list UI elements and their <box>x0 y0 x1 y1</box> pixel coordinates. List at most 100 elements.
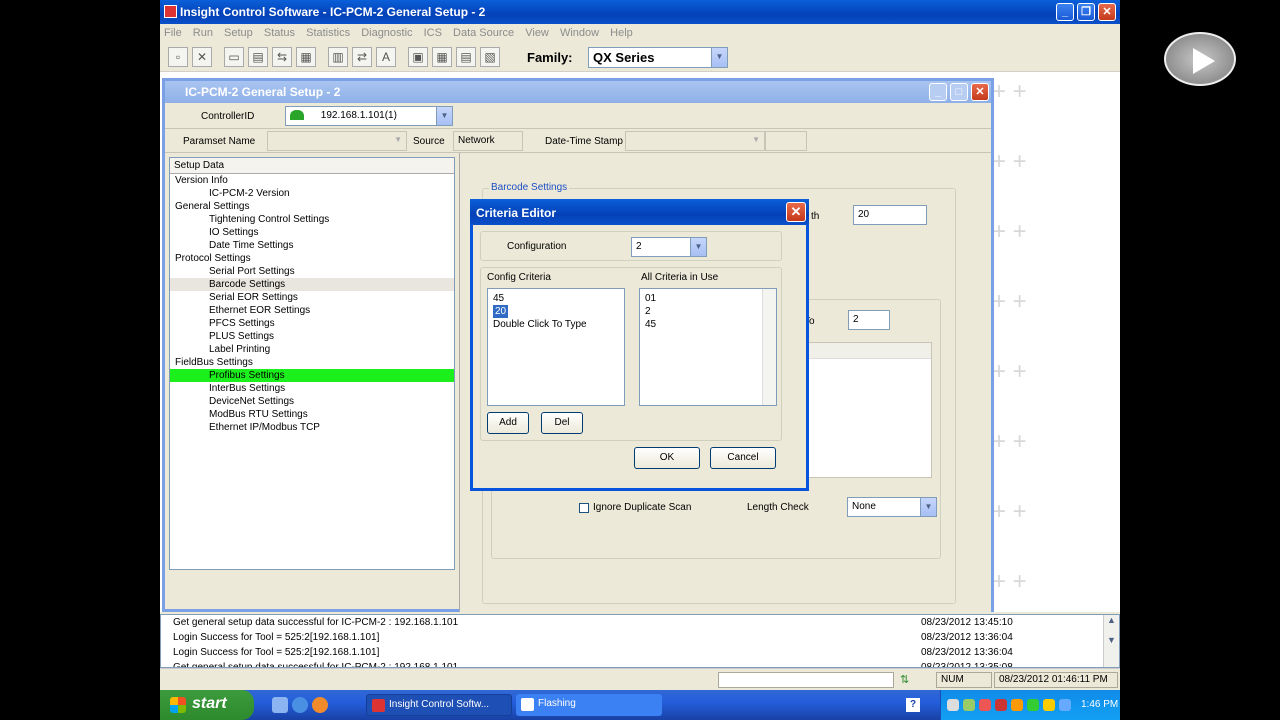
dialog-close-button[interactable]: ✕ <box>786 202 806 222</box>
chevron-down-icon[interactable]: ▼ <box>394 135 402 144</box>
log-scrollbar[interactable]: ▲ ▼ <box>1103 615 1119 667</box>
menu-help[interactable]: Help <box>606 24 637 42</box>
cancel-button[interactable]: Cancel <box>710 447 776 469</box>
menu-ics[interactable]: ICS <box>420 24 446 42</box>
tray-icon[interactable] <box>995 699 1007 711</box>
save-icon[interactable]: ▤ <box>248 47 268 67</box>
family-select[interactable]: QX Series ▼ <box>588 47 728 68</box>
scroll-up-icon[interactable]: ▲ <box>1107 615 1116 625</box>
menu-statistics[interactable]: Statistics <box>302 24 354 42</box>
configuration-select[interactable]: 2 ▼ <box>631 237 707 257</box>
transfer-icon[interactable]: ⇆ <box>272 47 292 67</box>
all-criteria-list[interactable]: 01 2 45 <box>639 288 777 406</box>
close-button[interactable]: ✕ <box>1098 3 1116 21</box>
length-check-select[interactable]: None ▼ <box>847 497 937 517</box>
menu-diagnostic[interactable]: Diagnostic <box>357 24 416 42</box>
tree-item-protocol-settings[interactable]: Protocol Settings <box>170 252 454 265</box>
tree-item-ethernet-ip[interactable]: Ethernet IP/Modbus TCP <box>170 421 454 434</box>
tree-item-serial-port[interactable]: Serial Port Settings <box>170 265 454 278</box>
tree-item-version-info[interactable]: Version Info <box>170 174 454 187</box>
config-criteria-item-selected[interactable]: 20 <box>493 305 509 318</box>
ok-button[interactable]: OK <box>634 447 700 469</box>
tree-item-profibus[interactable]: Profibus Settings <box>170 369 454 382</box>
restore-button[interactable]: ❐ <box>1077 3 1095 21</box>
tree-item-ic-pcm-2-version[interactable]: IC-PCM-2 Version <box>170 187 454 200</box>
add-button[interactable]: Add <box>487 412 529 434</box>
menu-setup[interactable]: Setup <box>220 24 257 42</box>
criteria-grid[interactable] <box>792 342 932 478</box>
start-button[interactable]: start <box>160 690 254 720</box>
chevron-down-icon[interactable]: ▼ <box>690 238 706 256</box>
window-icon[interactable]: ▤ <box>456 47 476 67</box>
menu-run[interactable]: Run <box>189 24 217 42</box>
menu-status[interactable]: Status <box>260 24 299 42</box>
tree-item-interbus[interactable]: InterBus Settings <box>170 382 454 395</box>
compare-icon[interactable]: ⇄ <box>352 47 372 67</box>
tree-item-date-time[interactable]: Date Time Settings <box>170 239 454 252</box>
grid-icon[interactable]: ▦ <box>432 47 452 67</box>
chevron-down-icon[interactable]: ▼ <box>752 135 760 144</box>
tile-icon[interactable]: ▣ <box>408 47 428 67</box>
tree-item-ethernet-eor[interactable]: Ethernet EOR Settings <box>170 304 454 317</box>
del-button[interactable]: Del <box>541 412 583 434</box>
tray-icon[interactable] <box>1043 699 1055 711</box>
tray-icon[interactable] <box>947 699 959 711</box>
scroll-down-icon[interactable]: ▼ <box>1107 635 1116 645</box>
chevron-down-icon[interactable]: ▼ <box>436 107 452 125</box>
paramset-name-select[interactable]: ▼ <box>267 131 407 151</box>
tree-item-fieldbus-settings[interactable]: FieldBus Settings <box>170 356 454 369</box>
video-play-button[interactable] <box>1164 32 1236 86</box>
tree-item-plus[interactable]: PLUS Settings <box>170 330 454 343</box>
menu-view[interactable]: View <box>521 24 553 42</box>
tray-icon[interactable] <box>1011 699 1023 711</box>
tree-item-pfcs[interactable]: PFCS Settings <box>170 317 454 330</box>
menu-file[interactable]: File <box>160 24 186 42</box>
tree-item-modbus-rtu[interactable]: ModBus RTU Settings <box>170 408 454 421</box>
tree-item-devicenet[interactable]: DeviceNet Settings <box>170 395 454 408</box>
tray-icon[interactable] <box>1059 699 1071 711</box>
main-title-bar[interactable]: Insight Control Software - IC-PCM-2 Gene… <box>160 0 1120 24</box>
tree-item-general-settings[interactable]: General Settings <box>170 200 454 213</box>
tray-icon[interactable] <box>1027 699 1039 711</box>
tree-item-tightening-control[interactable]: Tightening Control Settings <box>170 213 454 226</box>
tree-item-label-printing[interactable]: Label Printing <box>170 343 454 356</box>
menu-window[interactable]: Window <box>556 24 603 42</box>
tray-icon[interactable] <box>963 699 975 711</box>
ignore-duplicate-checkbox[interactable] <box>579 503 589 513</box>
tray-icon[interactable] <box>979 699 991 711</box>
dialog-title-bar[interactable]: Criteria Editor ✕ <box>470 199 809 225</box>
minimize-button[interactable]: _ <box>1056 3 1074 21</box>
internet-explorer-icon[interactable] <box>292 697 308 713</box>
browser-icon[interactable] <box>312 697 328 713</box>
config-criteria-list[interactable]: 45 20 Double Click To Type <box>487 288 625 406</box>
tree-item-serial-eor[interactable]: Serial EOR Settings <box>170 291 454 304</box>
print-icon[interactable]: ▥ <box>328 47 348 67</box>
length-input[interactable]: 20 <box>853 205 927 225</box>
tree-item-barcode[interactable]: Barcode Settings <box>170 278 454 291</box>
taskbar-item-flashing[interactable]: Flashing <box>516 694 662 716</box>
taskbar-item-insight[interactable]: Insight Control Softw... <box>366 694 512 716</box>
chevron-down-icon[interactable]: ▼ <box>711 48 727 67</box>
menu-data-source[interactable]: Data Source <box>449 24 518 42</box>
delete-icon[interactable]: ✕ <box>192 47 212 67</box>
list-scrollbar[interactable] <box>762 289 776 405</box>
chevron-down-icon[interactable]: ▼ <box>920 498 936 516</box>
help-icon[interactable]: ? <box>906 698 920 712</box>
datetime-select[interactable]: ▼ <box>625 131 765 151</box>
export-icon[interactable]: ▦ <box>296 47 316 67</box>
settings-icon[interactable]: ▧ <box>480 47 500 67</box>
child-minimize-button[interactable]: _ <box>929 83 947 101</box>
open-icon[interactable]: ▭ <box>224 47 244 67</box>
tree-item-io-settings[interactable]: IO Settings <box>170 226 454 239</box>
new-icon[interactable]: ▫ <box>168 47 188 67</box>
child-close-button[interactable]: ✕ <box>971 83 989 101</box>
child-title-bar[interactable]: IC-PCM-2 General Setup - 2 _ □ ✕ <box>165 81 991 103</box>
child-maximize-button[interactable]: □ <box>950 83 968 101</box>
to-value: 2 <box>853 314 859 325</box>
font-icon[interactable]: A <box>376 47 396 67</box>
config-criteria-item[interactable]: Double Click To Type <box>493 318 619 331</box>
show-desktop-icon[interactable] <box>272 697 288 713</box>
config-criteria-item[interactable]: 45 <box>493 292 619 305</box>
controller-id-select[interactable]: 192.168.1.101(1) ▼ <box>285 106 453 126</box>
to-input[interactable]: 2 <box>848 310 890 330</box>
